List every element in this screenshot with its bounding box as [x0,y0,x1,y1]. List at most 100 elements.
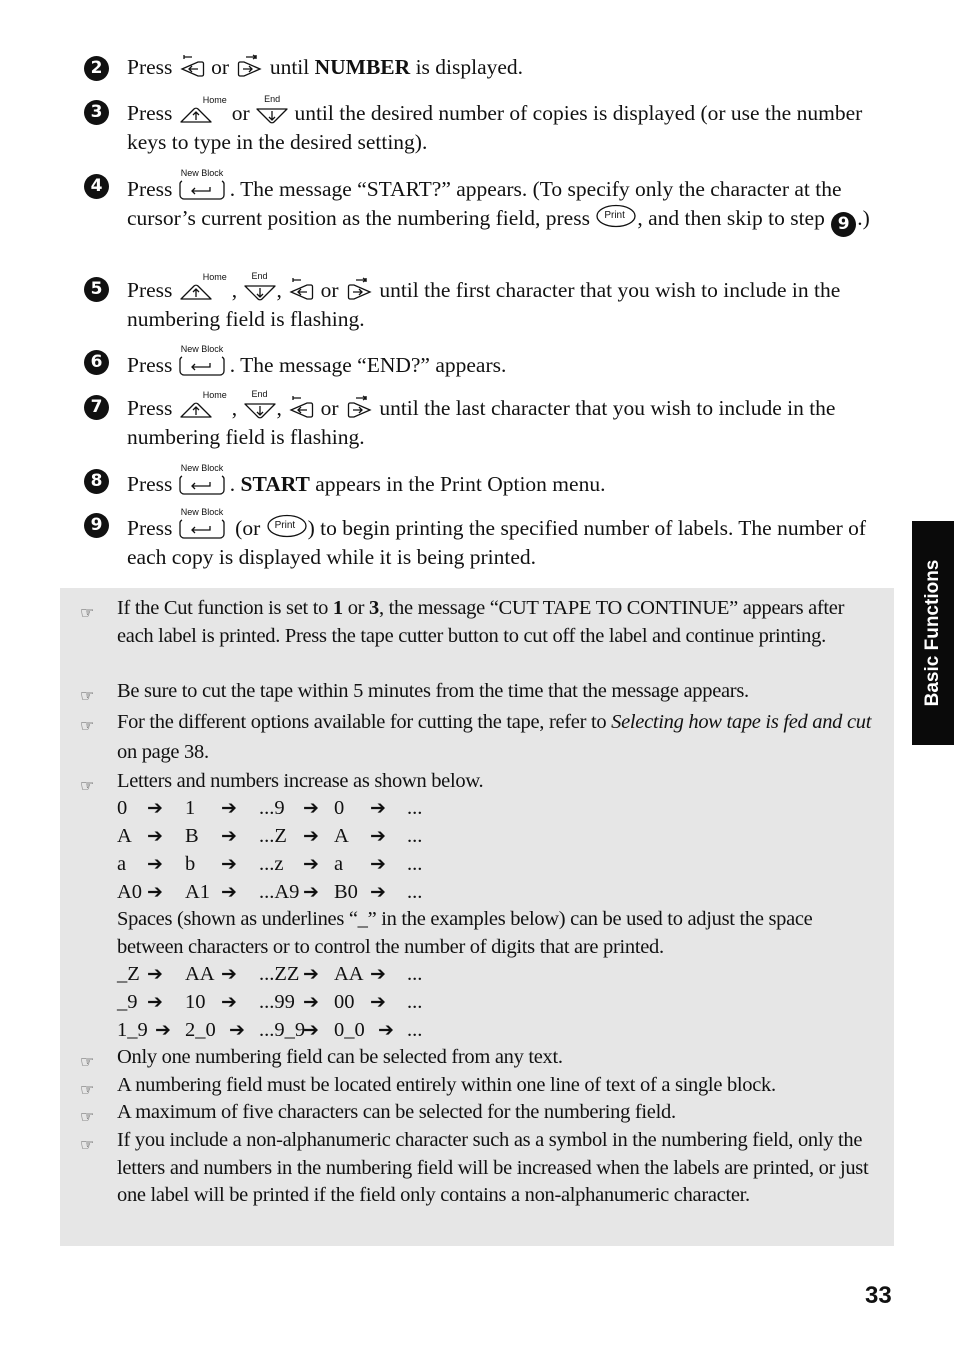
sequence-value: a [117,853,127,875]
step-text: (or [235,516,261,540]
print-key-caption: Print [274,520,296,531]
sequence-value: 1_9 [117,1019,148,1041]
step-5: 5 Press Home, End, or until the first ch… [84,272,884,334]
step-text: until [269,55,310,79]
left-arrow-key-icon [178,53,206,79]
step-text: or [211,55,230,79]
new-block-enter-key-icon: New Block [178,345,230,377]
right-arrow-key-icon [234,53,264,79]
arrow-right-icon: ➔ [147,825,163,847]
arrow-right-icon: ➔ [155,1019,171,1041]
print-key-icon: Print [595,204,637,228]
notes-panel: ☞ If the Cut function is set to 1 or 3, … [60,588,894,1246]
arrow-right-icon: ➔ [147,963,163,985]
note-text: A numbering field must be located entire… [117,1074,776,1096]
section-reference-link[interactable]: Selecting how tape is fed and cut [611,711,871,733]
step-4: 4 Press New Block. The message “START?” … [84,169,884,237]
arrow-right-icon: ➔ [303,963,319,985]
sequence-value: b [185,853,196,875]
step-2: 2 Press or until NUMBER is displayed. [84,53,884,82]
note-text: If you include a non-alphanumeric charac… [117,1129,869,1206]
arrow-right-icon: ➔ [370,881,386,903]
note-text: Only one numbering field can be selected… [117,1046,563,1068]
sequence-value: A0 [117,881,143,903]
step-number-7: 7 [84,395,109,420]
sequence-value: ...9 [259,797,285,819]
print-key-caption: Print [604,210,625,221]
note-non-alphanumeric: ☞ If you include a non-alphanumeric char… [60,1127,880,1210]
sequence-value: AA [334,963,364,985]
arrow-right-icon: ➔ [147,853,163,875]
new-block-key-caption: New Block [180,463,224,473]
note-increase: ☞ Letters and numbers increase as shown … [60,768,880,796]
step-6: 6 Press New Block . The message “END?” ap… [84,345,884,380]
step-text: , [231,396,238,420]
end-key-caption: End [251,389,268,399]
note-text: If the Cut function is set to [117,597,329,619]
note-text: Spaces (shown as underlines “_” in the e… [117,908,813,958]
step-7: 7 Press Home, End, or until the last cha… [84,389,884,452]
step-text: appears in the Print Option menu. [315,472,606,496]
arrow-right-icon: ➔ [378,1019,394,1041]
note-text: or [347,597,365,619]
step-text: Press [127,516,173,540]
step-text: Press [127,55,173,79]
arrow-right-icon: ➔ [303,853,319,875]
sequence-value: B0 [334,881,358,903]
sequence-value: 00 [334,991,355,1013]
arrow-right-icon: ➔ [147,881,163,903]
note-cut-time: ☞ Be sure to cut the tape within 5 minut… [60,678,880,706]
arrow-right-icon: ➔ [221,963,237,985]
sequence-value: AA [185,963,215,985]
left-arrow-key-icon [287,394,315,420]
sequence-value: 0 [117,797,128,819]
arrow-right-icon: ➔ [221,881,237,903]
step-number-5: 5 [84,277,109,302]
step-3: 3 Press Home or End until the desired num… [84,95,884,157]
new-block-enter-key-icon: New Block [178,508,230,540]
arrow-right-icon: ➔ [370,963,386,985]
arrow-right-icon: ➔ [221,797,237,819]
arrow-right-icon: ➔ [229,1019,245,1041]
sequence-value: 0_0 [334,1019,365,1041]
sequence-value: 2_0 [185,1019,216,1041]
arrow-right-icon: ➔ [370,825,386,847]
left-arrow-key-icon [287,276,315,302]
sequence-value: ...Z [259,825,287,847]
arrow-right-icon: ➔ [147,797,163,819]
note-text: Be sure to cut the tape within 5 minutes… [117,680,749,702]
step-ref-9: 9 [831,212,857,237]
down-end-key-icon: End [243,389,277,420]
section-tab-label: Basic Functions [922,559,943,707]
arrow-right-icon: ➔ [303,991,319,1013]
right-arrow-key-icon [344,276,374,302]
sequence-value: ... [407,853,423,875]
up-home-key-icon: Home [178,272,232,302]
new-block-enter-key-icon: New Block [178,463,230,496]
sequence-value: ... [407,881,423,903]
sequence-value: ...z [259,853,284,875]
section-tab-basic-functions[interactable]: Basic Functions [912,521,954,745]
pointing-hand-icon: ☞ [80,716,95,735]
step-number-4: 4 [84,174,109,199]
step-text: Press [127,353,173,377]
step-text: , [276,396,282,420]
step-text: or [320,278,339,302]
print-key-icon: Print [266,514,308,538]
step-text: or [231,101,250,125]
step-text: is displayed. [415,55,524,79]
step-9: 9 Press New Block (or Print) to begin pr… [84,508,884,572]
step-text: Press [127,101,173,125]
step-number-3: 3 [84,100,109,125]
sequence-value: ...99 [259,991,295,1013]
arrow-right-icon: ➔ [303,1019,319,1041]
note-text: Letters and numbers increase as shown be… [117,770,484,792]
home-key-caption: Home [202,272,227,282]
step-text: , and then skip to step [637,206,825,230]
sequence-value: A [334,825,349,847]
down-end-key-icon: End [255,95,289,125]
sequence-value: 0 [334,797,345,819]
note-max-chars: ☞ A maximum of five characters can be se… [60,1099,880,1127]
pointing-hand-icon: ☞ [80,1135,95,1154]
new-block-enter-key-icon: New Block [178,169,230,201]
